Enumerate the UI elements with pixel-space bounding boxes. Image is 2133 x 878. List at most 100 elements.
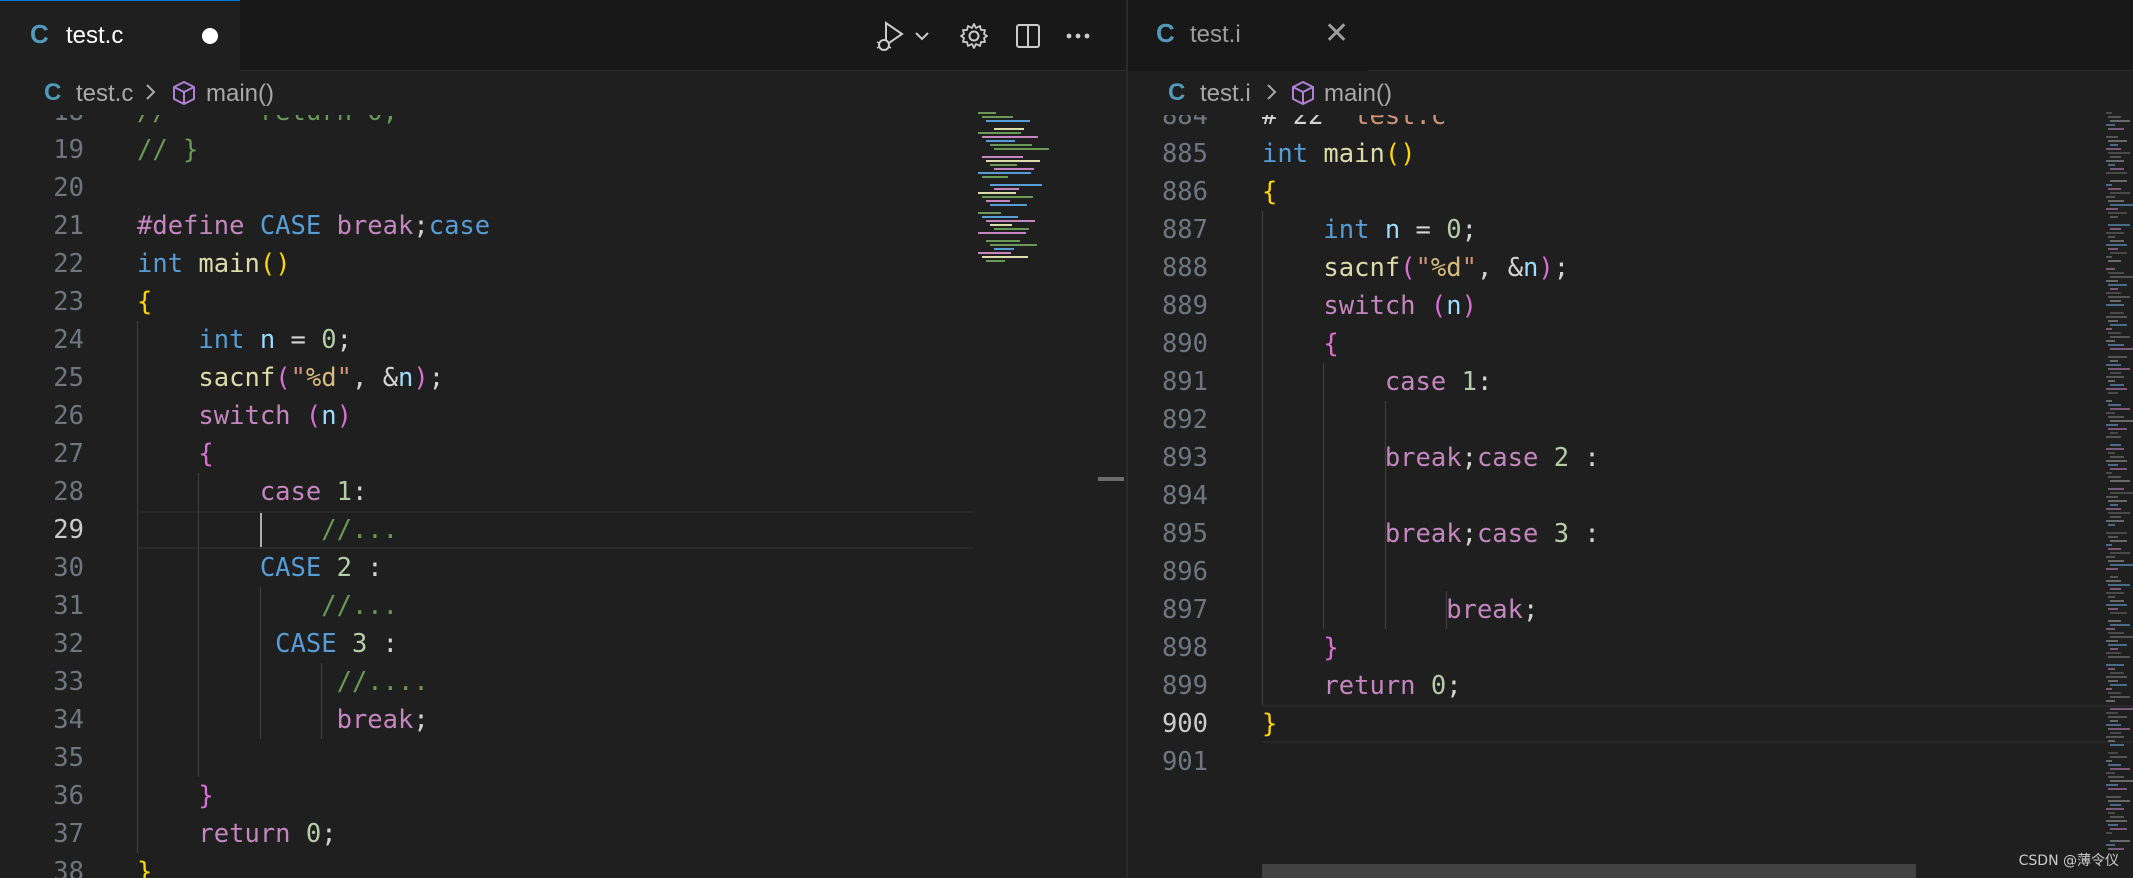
code-token: : — [1569, 443, 1600, 473]
minimap-line — [2110, 384, 2124, 386]
code-line[interactable]: } — [1262, 629, 1338, 667]
code-line[interactable]: break; — [137, 701, 429, 739]
minimap-line — [2106, 136, 2118, 138]
minimap-line — [2110, 768, 2130, 770]
code-line[interactable]: break; — [1262, 591, 1538, 629]
line-number: 886 — [1161, 177, 1208, 207]
minimap-line — [2106, 388, 2127, 390]
minimap-line — [2106, 676, 2127, 678]
horizontal-scrollbar-thumb[interactable] — [1262, 864, 1916, 878]
code-line[interactable]: switch (n) — [1262, 287, 1477, 325]
minimap-line — [2106, 400, 2112, 402]
code-token: ; — [428, 363, 445, 393]
minimap-line — [2110, 444, 2121, 446]
code-line[interactable]: int main() — [137, 245, 291, 283]
breadcrumb-file[interactable]: test.c — [76, 80, 133, 108]
minimap-line — [2108, 188, 2121, 190]
minimap-line — [2106, 244, 2127, 246]
line-number: 28 — [53, 477, 84, 507]
code-token: ; — [336, 325, 352, 355]
code-line[interactable]: sacnf("%d", &n); — [1262, 249, 1569, 287]
code-line[interactable]: #define CASE break;case — [137, 207, 490, 245]
minimap-line — [2110, 324, 2127, 326]
code-line[interactable]: { — [137, 435, 214, 473]
minimap-line — [990, 184, 1042, 186]
code-line[interactable]: } — [137, 853, 152, 878]
minimap-line — [2110, 552, 2130, 554]
minimap[interactable] — [2104, 112, 2133, 852]
run-debug-icon[interactable] — [874, 18, 910, 54]
code-line[interactable]: CASE 3 : — [137, 625, 398, 663]
code-line[interactable]: CASE 2 : — [137, 549, 383, 587]
code-line[interactable]: // return 0; — [137, 115, 398, 131]
unsaved-dot-icon[interactable] — [202, 28, 218, 44]
minimap-line — [2106, 664, 2124, 666]
line-number: 27 — [53, 439, 84, 469]
code-line[interactable]: break;case 3 : — [1262, 515, 1600, 553]
line-number: 23 — [53, 287, 84, 317]
c-language-icon: C — [44, 79, 62, 106]
minimap-line — [2106, 196, 2115, 198]
minimap-line — [2108, 272, 2124, 274]
minimap-line — [2110, 432, 2118, 434]
minimap-line — [2108, 596, 2115, 598]
code-line[interactable]: //... — [137, 511, 398, 549]
minimap-line — [994, 248, 1014, 250]
code-token: CASE — [259, 211, 337, 241]
code-line[interactable]: { — [1262, 173, 1277, 211]
minimap-line — [2110, 300, 2121, 302]
chevron-down-icon[interactable] — [910, 18, 934, 54]
minimap-line — [2106, 712, 2118, 714]
gear-icon[interactable] — [956, 18, 992, 54]
code-line[interactable]: //... — [137, 587, 398, 625]
minimap-line — [982, 256, 1028, 258]
ellipsis-icon[interactable] — [1060, 18, 1096, 54]
code-line[interactable]: case 1: — [1262, 363, 1492, 401]
line-number: 898 — [1161, 633, 1208, 663]
code-line[interactable]: # 22 "test.c" — [1262, 115, 1462, 135]
code-line[interactable]: int n = 0; — [137, 321, 352, 359]
minimap-line — [2108, 560, 2124, 562]
line-number: 888 — [1161, 253, 1208, 283]
editor-group-left: C test.c C test.c main() 18// ret — [0, 0, 1126, 878]
code-token: case — [1476, 519, 1554, 549]
code-token: break — [1384, 519, 1462, 549]
split-editor-icon[interactable] — [1010, 18, 1046, 54]
code-line[interactable]: case 1: — [137, 473, 367, 511]
minimap-line — [2106, 544, 2112, 546]
code-token: // return 0; — [137, 115, 398, 127]
breadcrumb-file[interactable]: test.i — [1200, 80, 1251, 108]
minimap[interactable] — [978, 112, 1068, 272]
breadcrumb-symbol[interactable]: main() — [1324, 80, 1392, 108]
minimap-line — [2110, 816, 2124, 818]
breadcrumb-symbol[interactable]: main() — [206, 80, 274, 108]
minimap-line — [2106, 796, 2121, 798]
code-token: ; — [1461, 519, 1477, 549]
code-token: " — [1461, 253, 1477, 283]
code-line[interactable]: switch (n) — [137, 397, 352, 435]
code-line[interactable]: } — [1262, 705, 1277, 743]
code-line[interactable]: int main() — [1262, 135, 1416, 173]
minimap-line — [2110, 600, 2124, 602]
code-line[interactable]: return 0; — [1262, 667, 1461, 705]
code-line[interactable]: { — [1262, 325, 1338, 363]
tab-test-c[interactable]: C test.c — [0, 0, 240, 71]
code-line[interactable]: //.... — [137, 663, 429, 701]
code-token: { — [198, 439, 214, 469]
minimap-line — [978, 172, 1031, 174]
minimap-line — [2108, 512, 2130, 514]
code-line[interactable]: int n = 0; — [1262, 211, 1477, 249]
tab-test-i[interactable]: C test.i ✕ — [1128, 0, 1368, 71]
code-editor-left[interactable]: 18// return 0;19// }2021#define CASE bre… — [0, 115, 1126, 878]
close-icon[interactable]: ✕ — [1324, 16, 1349, 51]
code-line[interactable]: // } — [137, 131, 198, 169]
code-line[interactable]: } — [137, 777, 213, 815]
code-editor-right[interactable]: 884 # 22 "test.c" 885 int main() 886{887 int… — [1128, 115, 2133, 878]
code-line[interactable]: { — [137, 283, 152, 321]
code-line[interactable]: break;case 2 : — [1262, 439, 1600, 477]
code-token: ( — [1430, 291, 1447, 321]
code-line[interactable]: return 0; — [137, 815, 336, 853]
code-line[interactable]: sacnf("%d", &n); — [137, 359, 444, 397]
